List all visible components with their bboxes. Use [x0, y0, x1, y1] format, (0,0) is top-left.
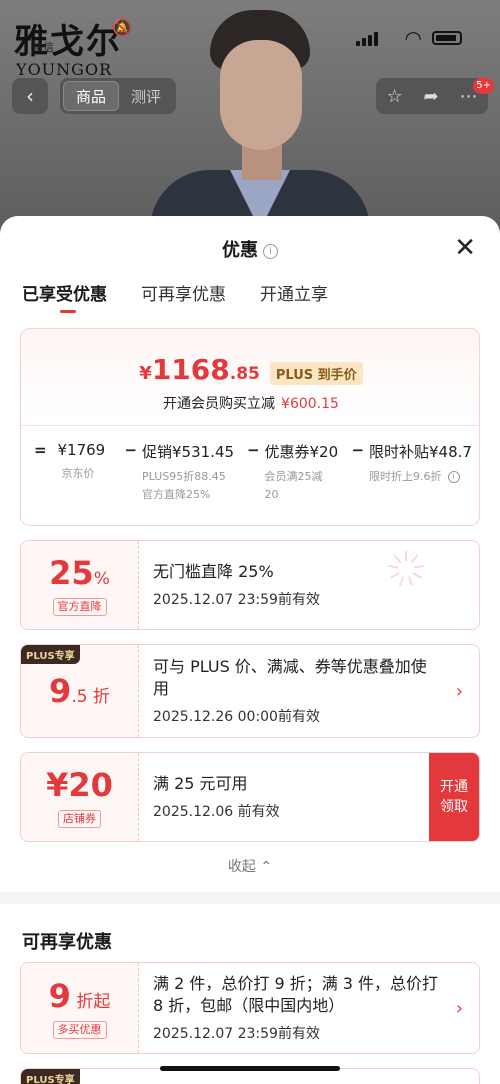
- member-savings: 开通会员购买立减 ¥600.15: [21, 393, 481, 413]
- price-breakdown: = ¥1769 京东价 − 促销¥531.45 PLUS95折88.45 官方直…: [33, 441, 473, 504]
- breakdown-coupon: 优惠券¥20 会员满25减 20: [265, 441, 347, 504]
- coupon-card-store: ¥20 店铺券 满 25 元可用 2025.12.06 前有效 开通 领取: [20, 752, 480, 842]
- info-icon[interactable]: i: [263, 244, 278, 259]
- breakdown-promotion: 促销¥531.45 PLUS95折88.45 官方直降25%: [142, 441, 242, 504]
- price-decimal: .85: [229, 364, 260, 384]
- tab-enjoyed[interactable]: 已享受优惠: [22, 280, 107, 313]
- member-savings-label: 开通会员购买立减: [163, 396, 276, 412]
- equals-sign: =: [33, 441, 47, 459]
- sheet-title: 优惠 i: [0, 236, 500, 262]
- coupon-description: 可与 PLUS 价、满减、券等优惠叠加使用: [153, 657, 427, 698]
- chevron-right-icon[interactable]: ›: [456, 681, 463, 702]
- home-indicator[interactable]: [160, 1066, 340, 1071]
- brand-logo-cn: 雅戈尔: [14, 22, 122, 62]
- favorite-star-icon[interactable]: ☆: [386, 86, 402, 107]
- discount-sheet: 优惠 i ✕ 已享受优惠 可再享优惠 开通立享 ¥1168.85 PLUS 到手价…: [0, 216, 500, 1084]
- coupon-card-multibuy[interactable]: 9 折起 多买优惠 满 2 件，总价打 9 折；满 3 件，总价打 8 折，包邮…: [20, 962, 480, 1054]
- coupon-description: 满 25 元可用: [153, 774, 248, 793]
- back-arrow-icon: ‹: [26, 84, 34, 108]
- notification-badge: 5+: [473, 78, 494, 94]
- jd-price-label: 京东价: [61, 467, 95, 480]
- section-title: 可再享优惠: [22, 932, 112, 953]
- coupon-amount: 9: [49, 672, 72, 710]
- price-currency: ¥: [139, 363, 152, 384]
- final-price: ¥1168.85: [139, 353, 260, 386]
- mute-bell-icon: 🔕: [112, 18, 132, 37]
- coupon-card: 25% 官方直降 无门槛直降 25% 2025.12.07 23:59前有效: [20, 540, 480, 630]
- coupon-expiry: 2025.12.07 23:59前有效: [153, 592, 320, 608]
- chevron-up-icon: ⌃: [260, 859, 273, 875]
- jd-price-value: ¥1769: [57, 441, 106, 459]
- minus-sign: −: [246, 441, 260, 459]
- tab-more-available[interactable]: 可再享优惠: [141, 280, 226, 305]
- collapse-toggle[interactable]: 收起 ⌃: [0, 856, 500, 876]
- plus-price-tag: PLUS 到手价: [269, 362, 363, 385]
- coupon-expiry: 2025.12.07 23:59前有效: [153, 1026, 320, 1042]
- promotion-value: 促销¥531.45: [142, 443, 235, 461]
- wifi-icon: ◠: [404, 26, 422, 50]
- minus-sign: −: [124, 441, 138, 459]
- coupon-description: 无门槛直降 25%: [153, 562, 274, 581]
- coupon-expiry: 2025.12.26 00:00前有效: [153, 709, 320, 725]
- coupon-type-tag: 官方直降: [52, 598, 107, 616]
- coupon-amount: 9: [48, 977, 71, 1015]
- subsidy-sub: 限时折上9.6折: [369, 470, 442, 483]
- coupon-type-tag: 多买优惠: [52, 1021, 107, 1039]
- promotion-sub-2: 官方直降25%: [142, 488, 211, 501]
- brand-logo-en: YOUNGOR: [16, 60, 113, 79]
- info-icon[interactable]: i: [447, 471, 460, 483]
- cellular-signal-icon: [356, 30, 380, 46]
- chevron-right-icon[interactable]: ›: [456, 998, 463, 1019]
- minus-sign: −: [351, 441, 365, 459]
- coupon-sub-2: 20: [264, 488, 279, 501]
- tab-product[interactable]: 商品: [63, 81, 119, 111]
- coupon-expiry: 2025.12.06 前有效: [153, 804, 280, 820]
- breakdown-subsidy: 限时补贴¥48.7 限时折上9.6折 i: [369, 441, 473, 486]
- top-tabbar: 商品 测评: [60, 78, 176, 114]
- back-button[interactable]: ‹: [12, 78, 48, 114]
- coupon-card-plus[interactable]: 9.5 折 PLUS专享 可与 PLUS 价、满减、券等优惠叠加使用 2025.…: [20, 644, 480, 738]
- coupon-unit: .5 折: [71, 687, 110, 707]
- coupon-unit: %: [93, 569, 110, 589]
- member-savings-amount: ¥600.15: [281, 396, 339, 412]
- coupon-value: 优惠券¥20: [264, 443, 339, 461]
- coupon-type-tag: 店铺券: [58, 810, 101, 828]
- coupon-unit: 折起: [70, 992, 111, 1012]
- open-and-claim-button[interactable]: 开通 领取: [429, 753, 479, 841]
- wechat-label: 微信: [32, 41, 54, 54]
- battery-icon: [432, 31, 462, 45]
- share-icon[interactable]: ➦: [424, 86, 439, 107]
- status-bar: 雅戈尔 微信 🔕 YOUNGOR ◠: [0, 0, 500, 79]
- header-actions: ☆ ➦ ⋯: [376, 78, 488, 114]
- coupon-sub-1: 会员满25减: [264, 470, 323, 483]
- tab-review[interactable]: 测评: [119, 81, 173, 111]
- promotion-sub-1: PLUS95折88.45: [142, 470, 226, 483]
- breakdown-jd-price: ¥1769 京东价: [58, 441, 120, 483]
- coupon-description: 满 2 件，总价打 9 折；满 3 件，总价打 8 折，包邮（限中国内地）: [153, 974, 439, 1015]
- open-and-claim-label: 开通 领取: [440, 779, 468, 815]
- collapse-label: 收起: [227, 859, 256, 875]
- price-integer: 1168: [151, 353, 230, 386]
- discount-tabs: 已享受优惠 可再享优惠 开通立享: [22, 280, 328, 313]
- price-summary-card: ¥1168.85 PLUS 到手价 开通会员购买立减 ¥600.15 = ¥176…: [20, 328, 481, 526]
- close-icon[interactable]: ✕: [454, 234, 476, 262]
- plus-exclusive-badge: PLUS专享: [21, 1069, 80, 1084]
- plus-exclusive-badge: PLUS专享: [21, 645, 80, 664]
- tab-open-membership[interactable]: 开通立享: [260, 280, 328, 305]
- coupon-amount: 25: [49, 554, 94, 592]
- coupon-amount: ¥20: [46, 766, 113, 804]
- subsidy-value: 限时补贴¥48.7: [369, 443, 472, 461]
- sheet-title-text: 优惠: [222, 240, 258, 261]
